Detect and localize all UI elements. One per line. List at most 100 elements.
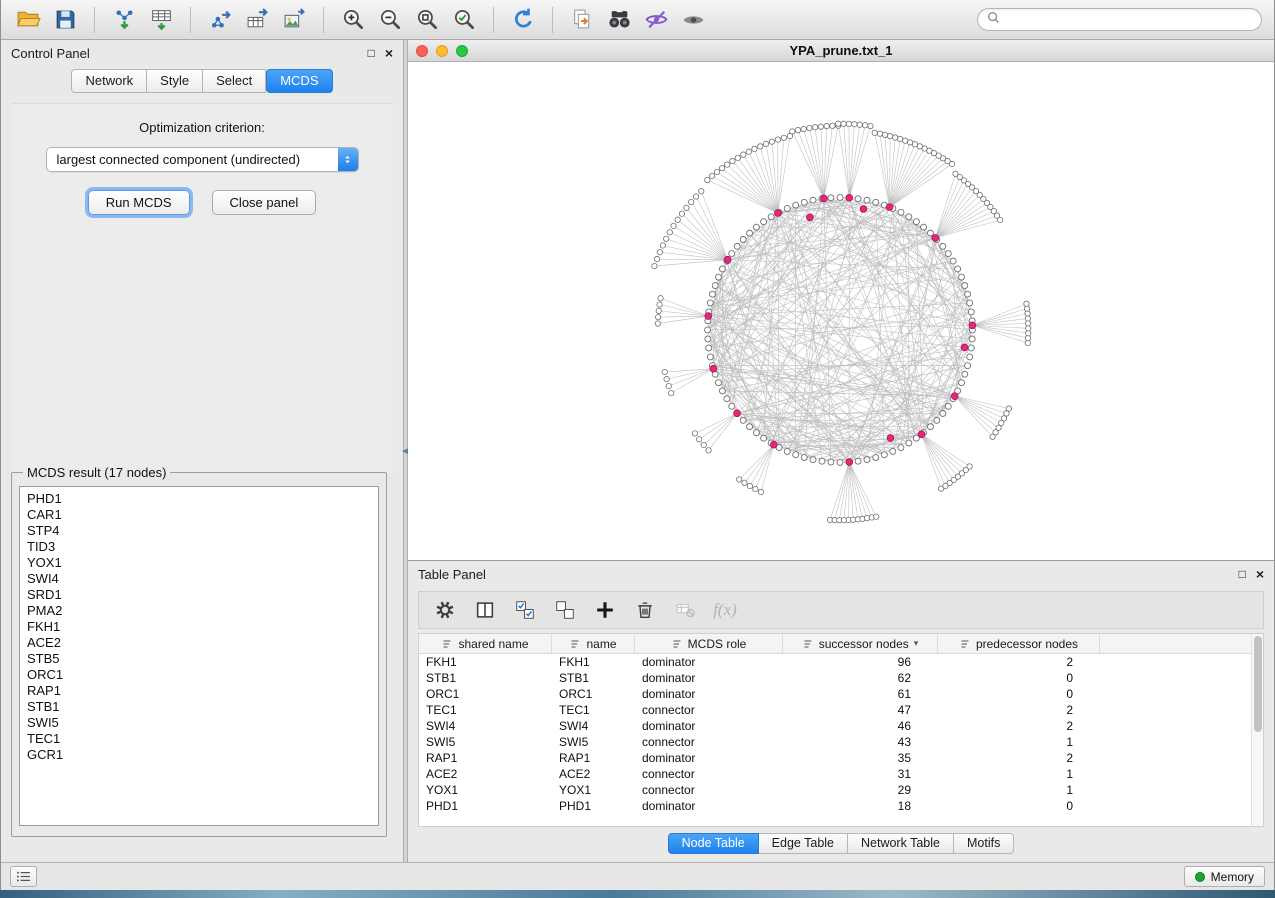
minimize-window-icon[interactable] [436,45,448,57]
float-table-panel-icon[interactable]: □ [1239,568,1246,580]
table-row[interactable]: TEC1TEC1connector472 [419,702,1263,718]
cell[interactable]: YOX1 [419,782,552,798]
close-panel-button[interactable]: Close panel [212,190,317,215]
cell[interactable]: 46 [783,718,938,734]
run-mcds-button[interactable]: Run MCDS [88,190,190,215]
cell[interactable]: YOX1 [552,782,635,798]
table-row[interactable]: PHD1PHD1dominator180 [419,798,1263,814]
cell[interactable]: dominator [635,798,783,814]
zoom-in-icon[interactable] [338,5,368,35]
zoom-out-icon[interactable] [375,5,405,35]
cell[interactable]: SWI4 [419,718,552,734]
cell[interactable]: PHD1 [552,798,635,814]
cell[interactable]: SWI4 [552,718,635,734]
table-row[interactable]: ACE2ACE2connector311 [419,766,1263,782]
search-input[interactable] [1000,13,1252,27]
select-all-icon[interactable] [511,596,539,624]
save-session-icon[interactable] [50,5,80,35]
maximize-window-icon[interactable] [456,45,468,57]
column-header-shared-name[interactable]: shared name [419,634,552,653]
mcds-result-item[interactable]: ORC1 [27,667,378,683]
cell[interactable]: 2 [938,702,1100,718]
refresh-layout-icon[interactable] [508,5,538,35]
network-titlebar[interactable]: YPA_prune.txt_1 [408,40,1274,62]
cell[interactable]: TEC1 [419,702,552,718]
column-header-successor-nodes[interactable]: successor nodes▾ [783,634,938,653]
cell[interactable]: FKH1 [552,654,635,670]
tab-edge-table[interactable]: Edge Table [759,833,848,854]
mcds-result-item[interactable]: GCR1 [27,747,378,763]
float-panel-icon[interactable]: □ [368,47,375,59]
mcds-result-item[interactable]: STP4 [27,523,378,539]
mcds-result-item[interactable]: STB1 [27,699,378,715]
export-image-icon[interactable] [279,5,309,35]
cell[interactable]: 43 [783,734,938,750]
cell[interactable]: 47 [783,702,938,718]
mcds-result-item[interactable]: RAP1 [27,683,378,699]
mcds-result-item[interactable]: YOX1 [27,555,378,571]
cell[interactable]: STB1 [419,670,552,686]
cell[interactable]: 0 [938,798,1100,814]
network-canvas[interactable] [408,63,1274,560]
duplicate-network-icon[interactable] [567,5,597,35]
mcds-result-item[interactable]: PHD1 [27,491,378,507]
criterion-dropdown[interactable]: largest connected component (undirected) [46,147,359,172]
cell[interactable]: connector [635,782,783,798]
table-row[interactable]: YOX1YOX1connector291 [419,782,1263,798]
import-table-icon[interactable] [146,5,176,35]
cell[interactable]: 62 [783,670,938,686]
columns-icon[interactable] [471,596,499,624]
cell[interactable]: 61 [783,686,938,702]
cell[interactable]: dominator [635,654,783,670]
task-history-button[interactable] [10,866,37,887]
cell[interactable]: 0 [938,686,1100,702]
filter-icon[interactable] [641,5,671,35]
mcds-result-item[interactable]: SWI5 [27,715,378,731]
settings-icon[interactable] [431,596,459,624]
cell[interactable]: dominator [635,750,783,766]
table-row[interactable]: SWI4SWI4dominator462 [419,718,1263,734]
column-header-MCDS-role[interactable]: MCDS role [635,634,783,653]
cell[interactable]: ACE2 [552,766,635,782]
table-row[interactable]: STB1STB1dominator620 [419,670,1263,686]
close-table-panel-icon[interactable]: × [1256,568,1264,580]
cell[interactable]: 1 [938,766,1100,782]
tab-network-table[interactable]: Network Table [848,833,954,854]
mcds-result-item[interactable]: CAR1 [27,507,378,523]
tab-select[interactable]: Select [203,69,266,93]
cell[interactable]: STB1 [552,670,635,686]
cell[interactable]: 18 [783,798,938,814]
cell[interactable]: 2 [938,750,1100,766]
tab-network[interactable]: Network [71,69,147,93]
table-scrollbar[interactable] [1251,634,1263,826]
column-header-name[interactable]: name [552,634,635,653]
mcds-result-item[interactable]: TEC1 [27,731,378,747]
import-network-icon[interactable] [109,5,139,35]
tab-motifs[interactable]: Motifs [954,833,1014,854]
mcds-result-item[interactable]: ACE2 [27,635,378,651]
cell[interactable]: SWI5 [419,734,552,750]
table-row[interactable]: SWI5SWI5connector431 [419,734,1263,750]
zoom-fit-icon[interactable] [412,5,442,35]
memory-button[interactable]: Memory [1184,866,1265,887]
column-menu-icon[interactable]: ▾ [914,638,919,649]
cell[interactable]: ORC1 [552,686,635,702]
cell[interactable]: FKH1 [419,654,552,670]
delete-row-icon[interactable] [631,596,659,624]
show-graphics-details-icon[interactable] [678,5,708,35]
add-row-icon[interactable] [591,596,619,624]
tab-style[interactable]: Style [147,69,203,93]
cell[interactable]: SWI5 [552,734,635,750]
cell[interactable]: 2 [938,654,1100,670]
cell[interactable]: RAP1 [552,750,635,766]
table-scrollbar-thumb[interactable] [1254,636,1262,732]
find-icon[interactable] [604,5,634,35]
cell[interactable]: connector [635,766,783,782]
tab-node-table[interactable]: Node Table [668,833,759,854]
mcds-result-item[interactable]: SRD1 [27,587,378,603]
table-row[interactable]: RAP1RAP1dominator352 [419,750,1263,766]
export-table-icon[interactable] [242,5,272,35]
table-row[interactable]: FKH1FKH1dominator962 [419,654,1263,670]
mcds-result-item[interactable]: FKH1 [27,619,378,635]
cell[interactable]: 1 [938,782,1100,798]
